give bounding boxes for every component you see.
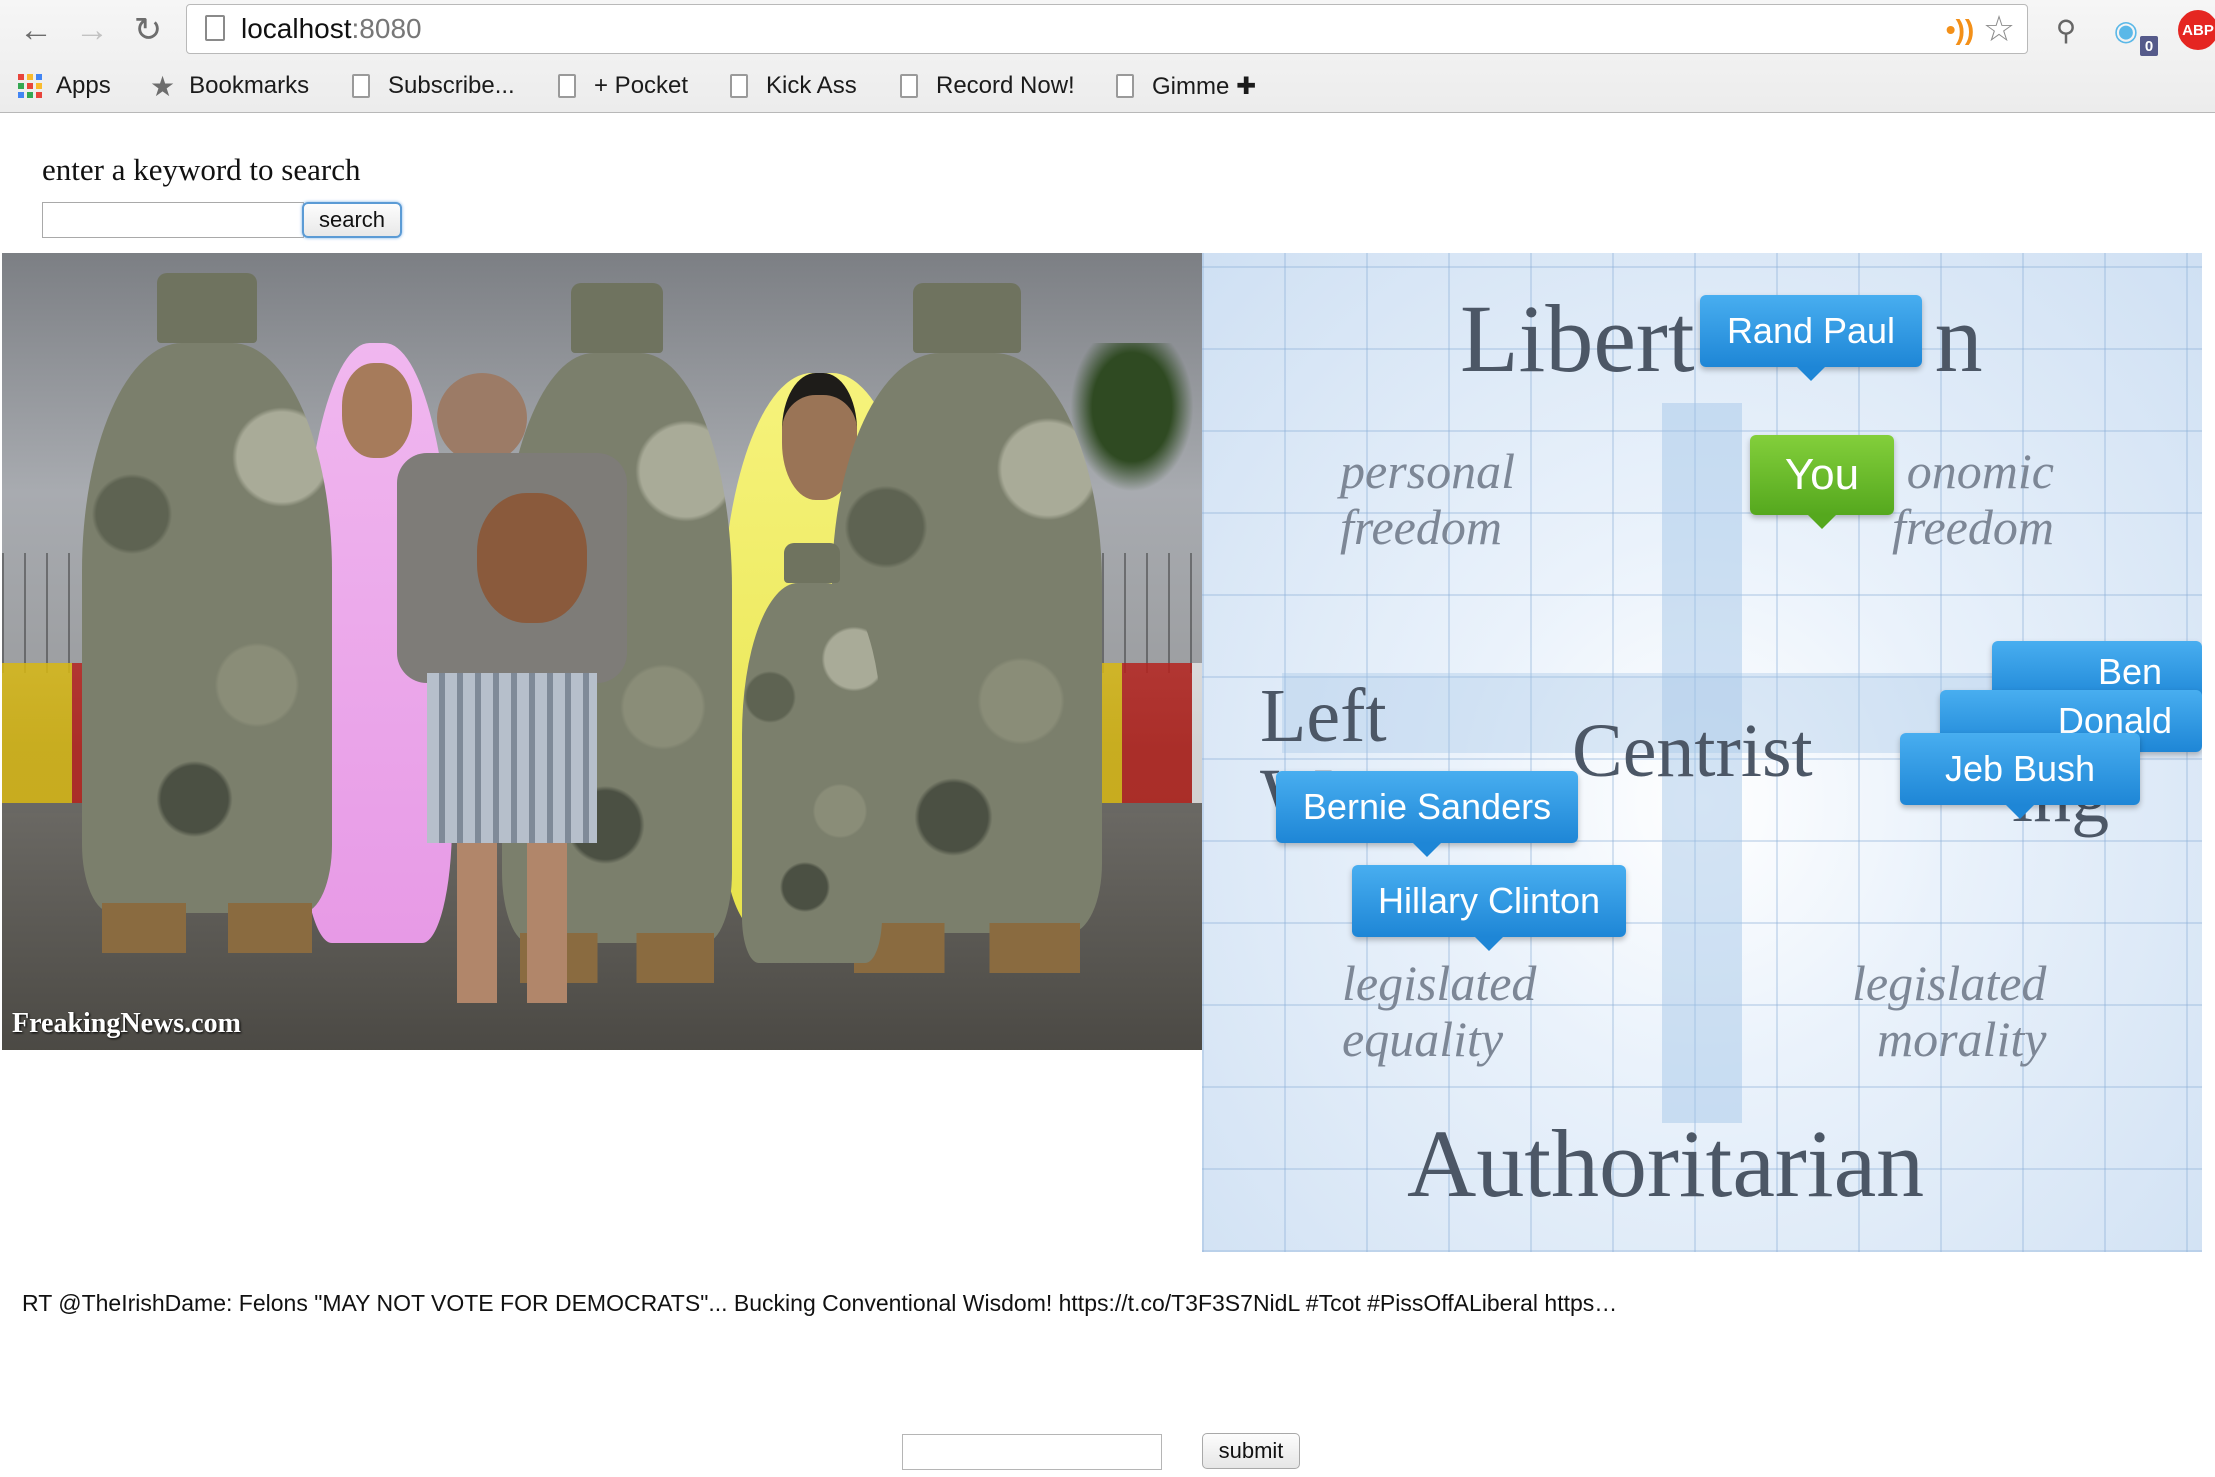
- label-centrist: Centrist: [1572, 709, 1813, 793]
- reload-icon[interactable]: ↻: [126, 8, 170, 52]
- search-button[interactable]: search: [302, 202, 402, 238]
- document-icon: [1116, 74, 1134, 98]
- star-icon: ★: [150, 70, 176, 102]
- rss-icon[interactable]: •)): [1942, 13, 1978, 47]
- bookmark-label: Kick Ass: [766, 72, 857, 99]
- bookmark-bookmarks[interactable]: ★ Bookmarks: [150, 64, 309, 108]
- document-icon: [730, 74, 748, 98]
- soldier: [82, 273, 332, 953]
- political-spectrum-image: Libertn Left W Centrist ing Authoritaria…: [1202, 253, 2202, 1252]
- bookmark-label: Record Now!: [936, 72, 1075, 99]
- url-text[interactable]: localhost:8080: [241, 13, 422, 45]
- military-photo-image: FreakingNews.com: [2, 253, 1202, 1050]
- search-input[interactable]: [42, 202, 304, 238]
- bookmark-subscribe[interactable]: Subscribe...: [352, 64, 515, 108]
- browser-toolbar: ← → ↻ localhost:8080 •)) ☆ ⚲ ◉ 0 ABP App…: [0, 0, 2215, 113]
- bookmark-kick-ass[interactable]: Kick Ass: [730, 64, 857, 108]
- ghostery-count-badge: 0: [2140, 36, 2158, 56]
- bubble-rand-paul: Rand Paul: [1700, 295, 1922, 381]
- document-icon: [900, 74, 918, 98]
- bubble-bernie-sanders: Bernie Sanders: [1276, 771, 1578, 857]
- bookmark-record-now[interactable]: Record Now!: [900, 64, 1075, 108]
- quadrant-top-right: onomic freedom: [1892, 443, 2054, 555]
- bookmark-label: Bookmarks: [189, 72, 310, 99]
- man-in-tshirt: [397, 373, 627, 1013]
- bookmark-apps[interactable]: Apps: [18, 64, 111, 108]
- url-host: localhost: [241, 13, 352, 44]
- quadrant-top-left: personal freedom: [1340, 443, 1515, 555]
- extension-icon[interactable]: ⚲: [2044, 8, 2088, 52]
- forward-arrow-icon[interactable]: →: [70, 8, 114, 52]
- bookmark-label: Apps: [56, 72, 111, 99]
- tweet-text: RT @TheIrishDame: Felons "MAY NOT VOTE F…: [22, 1290, 1618, 1316]
- quadrant-bottom-right: legislated morality: [1852, 955, 2047, 1067]
- bookmark-label: Subscribe...: [388, 72, 515, 99]
- bubble-you: You: [1750, 435, 1894, 529]
- apps-grid-icon: [18, 74, 42, 98]
- adblock-plus-icon[interactable]: ABP: [2178, 10, 2215, 50]
- document-icon: [558, 74, 576, 98]
- page-icon: [205, 15, 225, 41]
- submit-input[interactable]: [902, 1434, 1162, 1470]
- bookmark-pocket[interactable]: + Pocket: [558, 64, 688, 108]
- url-port: :8080: [351, 13, 422, 44]
- bookmark-label: Gimme ✚: [1152, 72, 1257, 100]
- submit-button[interactable]: submit: [1202, 1433, 1300, 1469]
- label-left: Left: [1260, 674, 1387, 758]
- soldier: [742, 543, 882, 963]
- bookmark-star-icon[interactable]: ☆: [1979, 8, 2019, 49]
- document-icon: [352, 74, 370, 98]
- bookmark-label: + Pocket: [594, 72, 689, 99]
- bookmark-gimme[interactable]: Gimme ✚: [1116, 64, 1256, 108]
- back-arrow-icon[interactable]: ←: [14, 8, 58, 52]
- label-authoritarian: Authoritarian: [1407, 1110, 1925, 1217]
- bubble-hillary-clinton: Hillary Clinton: [1352, 865, 1626, 951]
- bubble-jeb-bush: Jeb Bush: [1900, 733, 2140, 819]
- address-bar[interactable]: localhost:8080 •)) ☆: [186, 4, 2028, 54]
- quadrant-bottom-left: legislated equality: [1342, 955, 1537, 1067]
- search-label: enter a keyword to search: [42, 152, 361, 187]
- photo-watermark: FreakingNews.com: [12, 1008, 241, 1039]
- bookmarks-bar: Apps ★ Bookmarks Subscribe... + Pocket K…: [0, 64, 2215, 108]
